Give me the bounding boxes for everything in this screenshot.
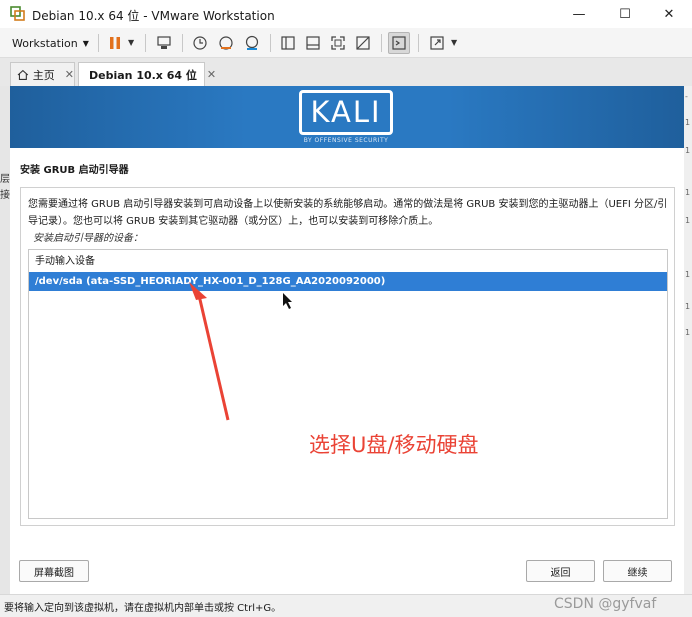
chevron-down-icon: ▼ [82, 38, 89, 48]
annotation-note: 选择U盘/移动硬盘 [309, 433, 479, 457]
toolbar-divider [98, 34, 99, 52]
thumbnail-view-button[interactable] [302, 32, 324, 54]
sidebar-view-button[interactable] [277, 32, 299, 54]
unity-button[interactable] [352, 32, 374, 54]
fullscreen-icon [331, 36, 345, 50]
toolbar: Workstation ▼ ▼ ▼ [0, 28, 692, 58]
maximize-icon: ☐ [619, 6, 631, 22]
vmware-app-icon [10, 6, 25, 21]
background-text: 层 [0, 174, 10, 185]
screenshot-button[interactable]: 屏幕截图 [19, 560, 89, 582]
watermark: CSDN @gyfvaf [554, 596, 657, 612]
minimize-icon: — [572, 6, 586, 22]
send-ctrl-alt-del-icon [157, 36, 171, 49]
background-text: 1 [685, 270, 691, 279]
toolbar-divider [182, 34, 183, 52]
unity-icon [356, 36, 370, 50]
background-text: 接 [0, 190, 10, 201]
stretch-dropdown-icon[interactable]: ▼ [451, 38, 457, 47]
console-view-icon [392, 36, 406, 50]
mouse-cursor-icon [283, 293, 292, 309]
background-window-left [0, 86, 10, 594]
send-ctrl-alt-del-button[interactable] [153, 32, 175, 54]
close-button[interactable]: ✕ [646, 0, 692, 28]
continue-button[interactable]: 继续 [603, 560, 672, 582]
close-icon: ✕ [663, 6, 675, 22]
stretch-guest-icon [430, 36, 444, 50]
revert-snapshot-button[interactable] [215, 32, 237, 54]
thumbnail-view-icon [306, 36, 320, 50]
maximize-button[interactable]: ☐ [602, 0, 648, 28]
manage-snapshots-icon [245, 35, 259, 50]
toolbar-divider [270, 34, 271, 52]
background-text: 1 [685, 188, 691, 197]
fullscreen-button[interactable] [327, 32, 349, 54]
vm-console[interactable]: KALI BY OFFENSIVE SECURITY 安装 GRUB 启动引导器… [10, 86, 684, 594]
background-window-right [684, 86, 692, 594]
tab-home[interactable]: 主页 ✕ [10, 62, 75, 86]
back-button[interactable]: 返回 [526, 560, 595, 582]
window-title: Debian 10.x 64 位 - VMware Workstation [32, 9, 275, 23]
background-text: 1 [685, 118, 691, 127]
toolbar-divider [418, 34, 419, 52]
manage-snapshots-button[interactable] [241, 32, 263, 54]
background-text: 1 [685, 146, 691, 155]
pause-icon [110, 37, 120, 49]
workstation-menu-label: Workstation [12, 36, 78, 50]
close-tab-icon[interactable]: ✕ [207, 68, 216, 81]
background-text: 1 [685, 302, 691, 311]
pause-dropdown-icon[interactable]: ▼ [128, 38, 134, 47]
home-icon [17, 69, 29, 80]
close-tab-icon[interactable]: ✕ [65, 68, 74, 81]
snapshot-button[interactable] [189, 32, 211, 54]
annotation-arrow [189, 282, 292, 421]
vmware-window: Debian 10.x 64 位 - VMware Workstation — … [0, 0, 692, 617]
revert-snapshot-icon [219, 36, 233, 50]
status-text: 要将输入定向到该虚拟机，请在虚拟机内部单击或按 Ctrl+G。 [4, 603, 282, 614]
console-view-button[interactable] [388, 32, 410, 54]
sidebar-view-icon [281, 36, 295, 50]
tab-bar: 主页 ✕ Debian 10.x 64 位 ✕ [0, 58, 692, 86]
toolbar-divider [381, 34, 382, 52]
status-bar: 要将输入定向到该虚拟机，请在虚拟机内部单击或按 Ctrl+G。 CSDN @gy… [0, 594, 692, 617]
tab-home-label: 主页 [32, 68, 55, 82]
stretch-guest-button[interactable] [426, 32, 448, 54]
background-text: 1 [685, 216, 691, 225]
toolbar-divider [145, 34, 146, 52]
workstation-menu[interactable]: Workstation ▼ [12, 33, 89, 53]
title-bar: Debian 10.x 64 位 - VMware Workstation — … [0, 0, 692, 28]
background-text: - [685, 92, 688, 101]
minimize-button[interactable]: — [556, 0, 602, 28]
pause-button[interactable] [104, 32, 126, 54]
snapshot-icon [193, 36, 207, 50]
tab-debian-vm[interactable]: Debian 10.x 64 位 ✕ [78, 62, 216, 86]
tab-debian-vm-label: Debian 10.x 64 位 [89, 68, 197, 82]
background-text: 1 [685, 328, 691, 337]
